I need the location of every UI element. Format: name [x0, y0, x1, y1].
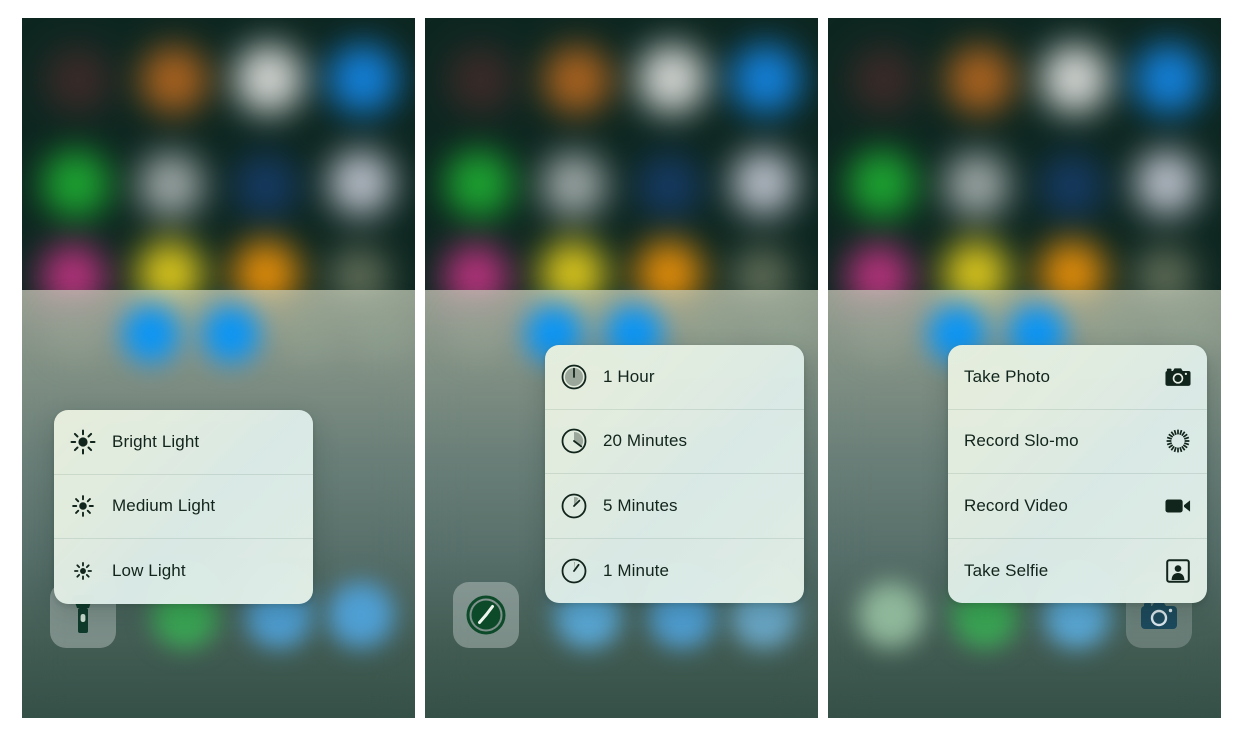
menu-item-take-photo[interactable]: Take Photo — [948, 345, 1207, 410]
camera-panel: Take Photo Record Slo-mo Record Video Ta… — [828, 18, 1221, 718]
sun-bright-icon — [70, 429, 96, 455]
menu-item-label: 1 Minute — [603, 560, 670, 580]
menu-item-label: Take Photo — [964, 366, 1051, 386]
menu-item-label: Bright Light — [112, 431, 200, 451]
menu-item-label: 20 Minutes — [603, 431, 688, 451]
menu-item-label: Record Slo-mo — [964, 431, 1079, 451]
video-camera-icon — [1165, 493, 1191, 519]
menu-item-5-minutes[interactable]: 5 Minutes — [545, 474, 804, 539]
menu-item-20-minutes[interactable]: 20 Minutes — [545, 410, 804, 474]
camera-quick-actions[interactable]: Take Photo Record Slo-mo Record Video Ta… — [948, 345, 1207, 603]
sun-medium-icon — [70, 493, 96, 519]
timer-dial-6-icon — [561, 558, 587, 584]
sun-low-icon — [70, 558, 96, 584]
menu-item-label: Medium Light — [112, 496, 216, 516]
menu-item-1-hour[interactable]: 1 Hour — [545, 345, 804, 410]
flashlight-quick-actions[interactable]: Bright Light Medium Light Low Light — [54, 410, 313, 604]
flashlight-panel: Bright Light Medium Light Low Light — [22, 18, 415, 718]
timer-dial-30-icon — [561, 493, 587, 519]
screenshot-stage: Bright Light Medium Light Low Light 1 Ho… — [0, 0, 1240, 737]
menu-item-label: Low Light — [112, 561, 186, 581]
timer-quick-actions[interactable]: 1 Hour 20 Minutes 5 Minutes 1 Minute — [545, 345, 804, 603]
selfie-portrait-icon — [1165, 558, 1191, 584]
menu-item-label: 1 Hour — [603, 366, 655, 386]
menu-item-1-minute[interactable]: 1 Minute — [545, 539, 804, 604]
slomo-icon — [1165, 428, 1191, 454]
timer-panel: 1 Hour 20 Minutes 5 Minutes 1 Minute — [425, 18, 818, 718]
menu-item-label: Take Selfie — [964, 560, 1049, 580]
menu-item-record-video[interactable]: Record Video — [948, 474, 1207, 539]
menu-item-take-selfie[interactable]: Take Selfie — [948, 539, 1207, 604]
camera-icon — [1165, 364, 1191, 390]
menu-item-bright-light[interactable]: Bright Light — [54, 410, 313, 475]
timer-icon[interactable] — [453, 582, 519, 648]
timer-dial-120-icon — [561, 428, 587, 454]
timer-dial-full-icon — [561, 364, 587, 390]
menu-item-low-light[interactable]: Low Light — [54, 539, 313, 604]
menu-item-medium-light[interactable]: Medium Light — [54, 475, 313, 539]
menu-item-record-slo-mo[interactable]: Record Slo-mo — [948, 410, 1207, 474]
menu-item-label: Record Video — [964, 495, 1068, 515]
menu-item-label: 5 Minutes — [603, 495, 678, 515]
control-center-toggles — [22, 294, 415, 374]
